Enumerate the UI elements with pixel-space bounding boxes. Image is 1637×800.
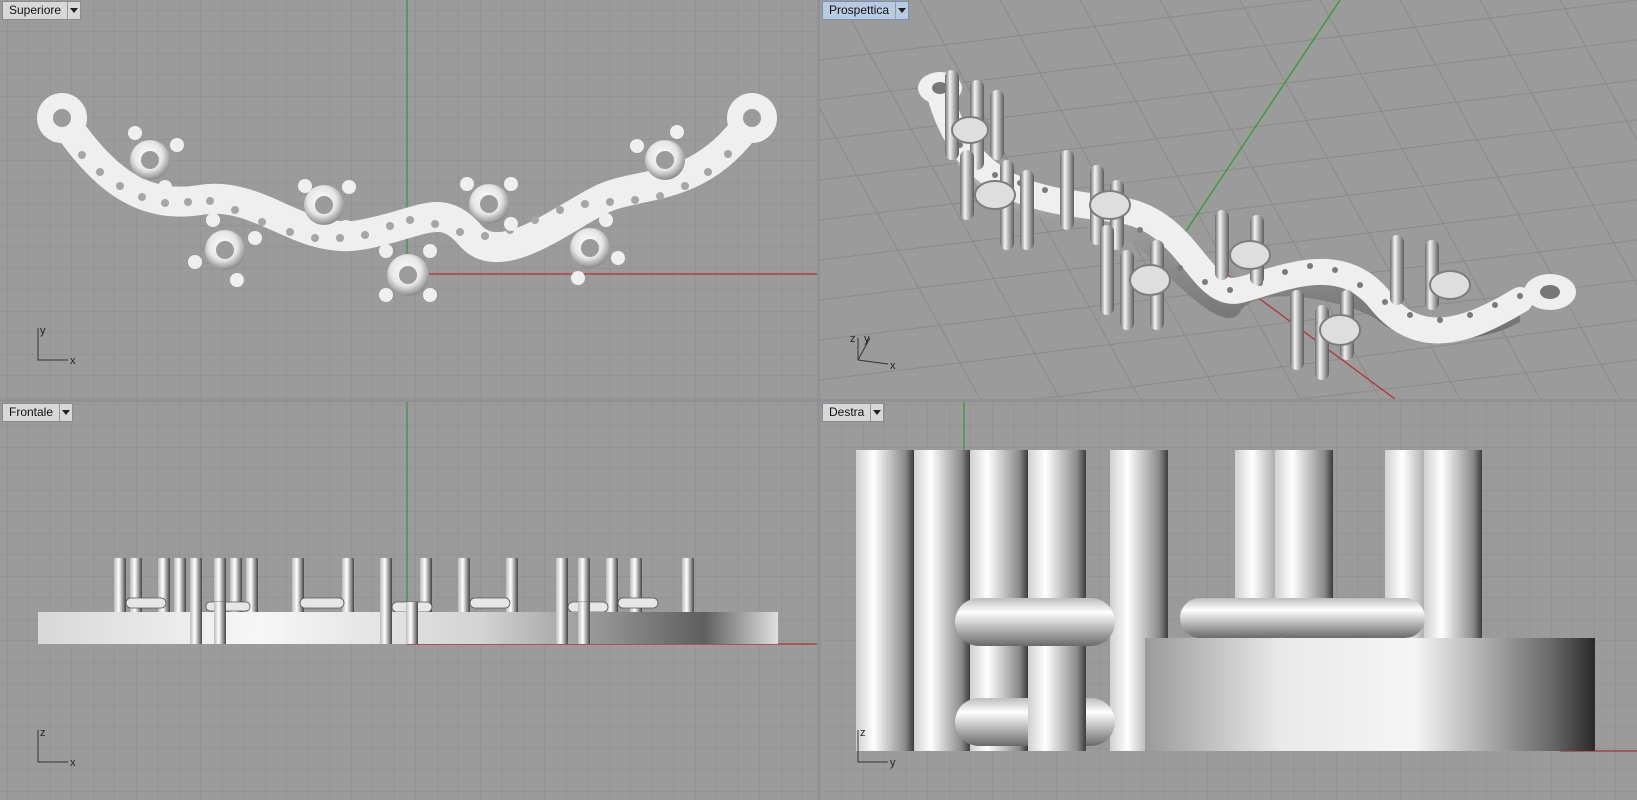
viewport-tab-right[interactable]: Destra <box>822 403 885 422</box>
viewport-title: Superiore <box>9 3 62 17</box>
axis-indicator-icon: z y x <box>850 333 896 372</box>
viewport-menu-button[interactable] <box>895 2 908 19</box>
viewport-title: Destra <box>829 405 865 419</box>
viewport-title: Prospettica <box>829 3 890 17</box>
chevron-down-icon <box>873 409 882 415</box>
viewport-tab-perspective[interactable]: Prospettica <box>822 1 910 20</box>
svg-text:y: y <box>890 757 896 769</box>
viewport-right[interactable]: Destra z y <box>820 402 1637 800</box>
viewport-menu-button[interactable] <box>67 2 80 19</box>
chevron-down-icon <box>62 409 71 415</box>
svg-text:x: x <box>70 355 76 367</box>
viewport-front[interactable]: Frontale z x <box>0 402 817 800</box>
svg-text:y: y <box>40 325 46 337</box>
bracelet-band <box>1145 638 1595 751</box>
viewport-perspective[interactable]: Prospettica z y x <box>820 0 1637 399</box>
svg-text:z: z <box>850 333 856 345</box>
viewport-title: Frontale <box>9 405 54 419</box>
svg-text:x: x <box>70 757 76 769</box>
svg-text:y: y <box>864 333 870 345</box>
svg-text:x: x <box>890 360 896 372</box>
axis-indicator-icon: z x <box>37 727 76 769</box>
viewport-menu-button[interactable] <box>870 404 883 421</box>
viewport-front-scene[interactable] <box>0 402 817 800</box>
chevron-down-icon <box>898 7 907 13</box>
chevron-down-icon <box>70 7 79 13</box>
svg-text:z: z <box>40 727 46 739</box>
viewport-menu-button[interactable] <box>59 404 72 421</box>
viewport-tab-front[interactable]: Frontale <box>2 403 74 422</box>
viewport-top-scene[interactable] <box>0 0 817 399</box>
axis-indicator-icon: y x <box>37 325 76 367</box>
axis-indicator-icon: z y <box>857 727 896 769</box>
viewport-top[interactable]: Superiore y x <box>0 0 817 399</box>
prong-lower <box>1028 646 1086 751</box>
viewport-tab-top[interactable]: Superiore <box>2 1 82 20</box>
viewport-right-scene[interactable] <box>820 402 1637 800</box>
viewport-perspective-scene[interactable] <box>820 0 1637 399</box>
svg-text:z: z <box>860 727 866 739</box>
